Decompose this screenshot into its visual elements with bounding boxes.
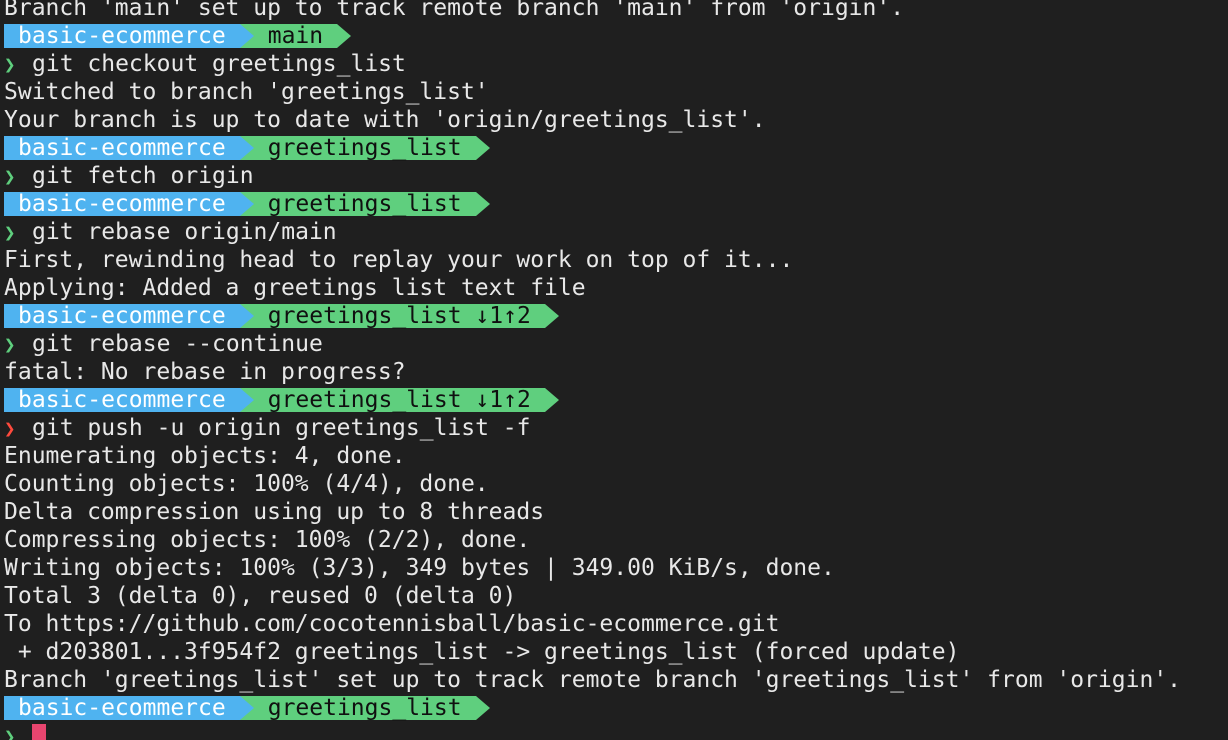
output-line: Compressing objects: 100% (2/2), done. (4, 527, 531, 553)
output-line: Applying: Added a greetings list text fi… (4, 275, 586, 301)
prompt-chevron-icon: ❯ (4, 222, 16, 244)
command-text: git push -u origin greetings_list -f (32, 415, 531, 441)
text-cursor[interactable] (32, 723, 46, 740)
prompt-directory-segment: basic-ecommerce (4, 136, 254, 160)
prompt-chevron-icon: ❯ (4, 54, 16, 76)
prompt-line: basic-ecommerce greetings_list ↓1↑2 (0, 302, 1228, 330)
prompt-chevron-icon: ❯ (4, 726, 16, 740)
prompt-branch-segment: main (239, 24, 352, 48)
output-line: Your branch is up to date with 'origin/g… (4, 107, 766, 133)
prompt-directory-segment: basic-ecommerce (4, 24, 254, 48)
command-text: git fetch origin (32, 163, 254, 189)
prompt-line: basic-ecommerce greetings_list (0, 190, 1228, 218)
output-line: Enumerating objects: 4, done. (4, 443, 406, 469)
output-line: Total 3 (delta 0), reused 0 (delta 0) (4, 583, 517, 609)
prompt-branch-segment: greetings_list ↓1↑2 (239, 304, 559, 328)
prompt-line: basic-ecommerce greetings_list ↓1↑2 (0, 386, 1228, 414)
prompt-line: basic-ecommerce greetings_list (0, 694, 1228, 722)
command-text: git rebase origin/main (32, 219, 337, 245)
output-line: First, rewinding head to replay your wor… (4, 247, 794, 273)
prompt-branch-segment: greetings_list (239, 696, 490, 720)
output-line: Writing objects: 100% (3/3), 349 bytes |… (4, 555, 835, 581)
prompt-line: basic-ecommerce main (0, 22, 1228, 50)
prompt-chevron-error-icon: ❯ (4, 418, 16, 440)
output-line: fatal: No rebase in progress? (4, 359, 406, 385)
command-line: ❯ git checkout greetings_list (0, 50, 1228, 78)
command-line: ❯ git rebase --continue (0, 330, 1228, 358)
prompt-branch-segment: greetings_list (239, 192, 490, 216)
output-line: Delta compression using up to 8 threads (4, 499, 545, 525)
output-line: + d203801...3f954f2 greetings_list -> gr… (4, 639, 960, 665)
output-line: Branch 'greetings_list' set up to track … (4, 667, 1182, 693)
prompt-branch-segment: greetings_list (239, 136, 490, 160)
command-line: ❯ git push -u origin greetings_list -f (0, 414, 1228, 442)
prompt-directory-segment: basic-ecommerce (4, 696, 254, 720)
prompt-branch-segment: greetings_list ↓1↑2 (239, 388, 559, 412)
prompt-directory-segment: basic-ecommerce (4, 388, 254, 412)
prompt-directory-segment: basic-ecommerce (4, 304, 254, 328)
command-line: ❯ git fetch origin (0, 162, 1228, 190)
input-line[interactable]: ❯ (0, 722, 1228, 740)
prompt-chevron-icon: ❯ (4, 166, 16, 188)
output-line: Branch 'main' set up to track remote bra… (4, 0, 905, 21)
prompt-directory-segment: basic-ecommerce (4, 192, 254, 216)
terminal-scrollback: Branch 'main' set up to track remote bra… (0, 0, 1228, 740)
terminal-window[interactable]: Branch 'main' set up to track remote bra… (0, 0, 1228, 740)
output-line: Switched to branch 'greetings_list' (4, 79, 489, 105)
command-text: git rebase --continue (32, 331, 323, 357)
output-line: To https://github.com/cocotennisball/bas… (4, 611, 780, 637)
prompt-line: basic-ecommerce greetings_list (0, 134, 1228, 162)
command-line: ❯ git rebase origin/main (0, 218, 1228, 246)
command-text: git checkout greetings_list (32, 51, 406, 77)
output-line: Counting objects: 100% (4/4), done. (4, 471, 489, 497)
prompt-chevron-icon: ❯ (4, 334, 16, 356)
